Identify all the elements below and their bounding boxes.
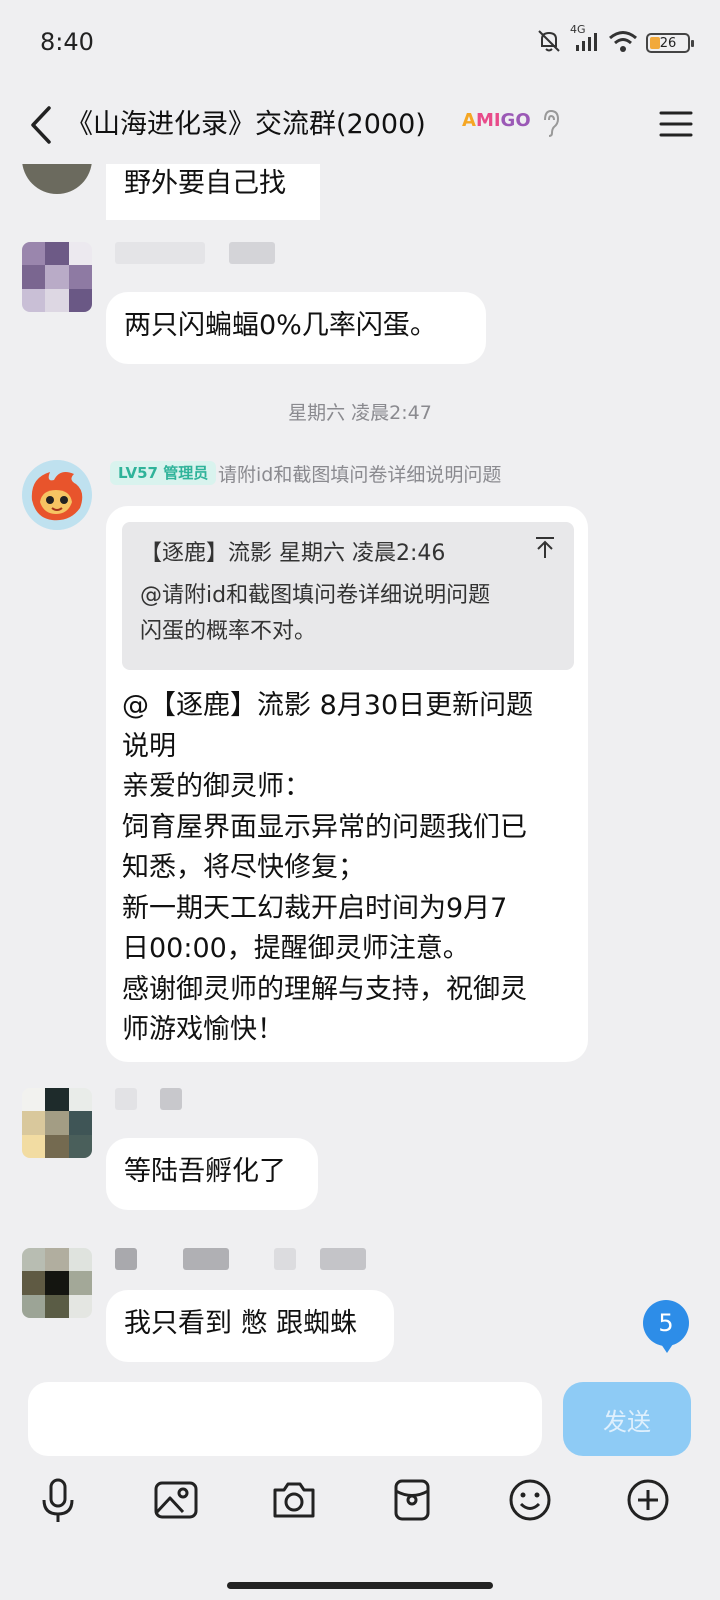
quote-text: 闪蛋的概率不对。 (140, 619, 317, 644)
network-type: 4G (570, 23, 586, 36)
creature-avatar-icon (22, 460, 92, 530)
admin-badge: LV57 管理员 (110, 461, 217, 485)
sender-name: 请附id和截图填问卷详细说明问题 (218, 464, 502, 486)
sender-name (115, 1088, 137, 1110)
sender-name (229, 242, 275, 264)
message-line: 师游戏愉快！ (122, 1014, 284, 1045)
send-button[interactable]: 发送 (563, 1382, 691, 1456)
message-line: 日00:00，提醒御灵师注意。 (122, 933, 470, 964)
message-body: @【逐鹿】流影 8月30日更新问题 说明 亲爱的御灵师： 饲育屋界面显示异常的问… (122, 686, 582, 1051)
message-bubble[interactable]: 两只闪蝙蝠0%几率闪蛋。 (106, 292, 486, 364)
unread-count-badge[interactable]: 5 (643, 1300, 689, 1353)
chevron-left-icon (31, 106, 51, 144)
sender-name (160, 1088, 182, 1110)
emoji-button[interactable] (500, 1470, 560, 1530)
camera-button[interactable] (264, 1470, 324, 1530)
message-line: 知悉，将尽快修复； (122, 852, 365, 883)
sender-name (274, 1248, 296, 1270)
message-input[interactable] (28, 1382, 542, 1456)
back-button[interactable] (20, 100, 60, 150)
red-packet-button[interactable] (382, 1470, 442, 1530)
more-button[interactable] (618, 1470, 678, 1530)
voice-button[interactable] (28, 1470, 88, 1530)
sender-name (183, 1248, 229, 1270)
message-text: 野外要自己找 (124, 168, 286, 199)
message-line: 亲爱的御灵师： (122, 771, 311, 802)
group-title[interactable]: 《山海进化录》交流群(2000) (66, 102, 426, 141)
status-icons: 4G 26 (536, 23, 694, 58)
plus-circle-icon (627, 1479, 669, 1521)
sender-name (115, 242, 205, 264)
mute-icon (536, 28, 562, 58)
jump-up-icon[interactable] (534, 536, 556, 572)
emoji-icon (509, 1479, 551, 1521)
message-line: 新一期天工幻裁开启时间为9月7 (122, 892, 508, 924)
image-icon (154, 1481, 198, 1519)
signal-icon: 4G (570, 23, 600, 57)
avatar[interactable] (22, 242, 92, 312)
image-button[interactable] (146, 1470, 206, 1530)
quoted-message[interactable]: 【逐鹿】流影 星期六 凌晨2:46 @请附id和截图填问卷详细说明问题 闪蛋的概… (122, 522, 574, 670)
input-toolbar (0, 1470, 720, 1550)
sender-name (115, 1248, 137, 1270)
camera-icon (273, 1482, 315, 1518)
message-line: 饲育屋界面显示异常的问题我们已 (122, 811, 527, 843)
hamburger-icon (659, 111, 693, 137)
avatar[interactable] (22, 164, 92, 194)
quote-header: 【逐鹿】流影 星期六 凌晨2:46 (140, 541, 446, 566)
message-text: 我只看到 憋 跟蜘蛛 (124, 1308, 358, 1339)
avatar[interactable] (22, 1248, 92, 1318)
status-bar: 8:40 4G 26 (0, 0, 720, 86)
ear-icon[interactable] (540, 108, 562, 142)
message-text: 等陆吾孵化了 (124, 1156, 286, 1187)
message-bubble[interactable]: 【逐鹿】流影 星期六 凌晨2:46 @请附id和截图填问卷详细说明问题 闪蛋的概… (106, 506, 588, 1062)
amigo-logo: AMIGO (462, 110, 531, 131)
message-text: 两只闪蝙蝠0%几率闪蛋。 (124, 310, 437, 341)
message-bubble[interactable]: 我只看到 憋 跟蜘蛛 (106, 1290, 394, 1362)
message-bubble[interactable]: 等陆吾孵化了 (106, 1138, 318, 1210)
chat-header: 《山海进化录》交流群(2000) AMIGO (0, 86, 720, 164)
red-packet-icon (394, 1479, 430, 1521)
avatar[interactable] (22, 1088, 92, 1158)
microphone-icon (42, 1478, 74, 1522)
home-indicator[interactable] (227, 1582, 493, 1589)
avatar[interactable] (22, 460, 92, 530)
message-bubble[interactable]: 野外要自己找 (106, 164, 320, 220)
message-line: @【逐鹿】流影 8月30日更新问题 (122, 690, 534, 721)
message-line: 说明 (122, 730, 176, 762)
input-area: 发送 (0, 1370, 720, 1600)
chat-list[interactable]: 野外要自己找 两只闪蝙蝠0%几率闪蛋。 星期六 凌晨2:47 LV57 管理员 … (0, 164, 720, 1390)
battery-icon: 26 (646, 33, 694, 53)
menu-button[interactable] (654, 102, 698, 146)
wifi-icon (608, 29, 638, 57)
timestamp: 星期六 凌晨2:47 (288, 402, 432, 424)
status-time: 8:40 (40, 28, 94, 56)
sender-name (320, 1248, 366, 1270)
battery-level: 26 (659, 35, 677, 51)
message-line: 感谢御灵师的理解与支持，祝御灵 (122, 973, 527, 1005)
quote-text: @请附id和截图填问卷详细说明问题 (140, 583, 491, 608)
